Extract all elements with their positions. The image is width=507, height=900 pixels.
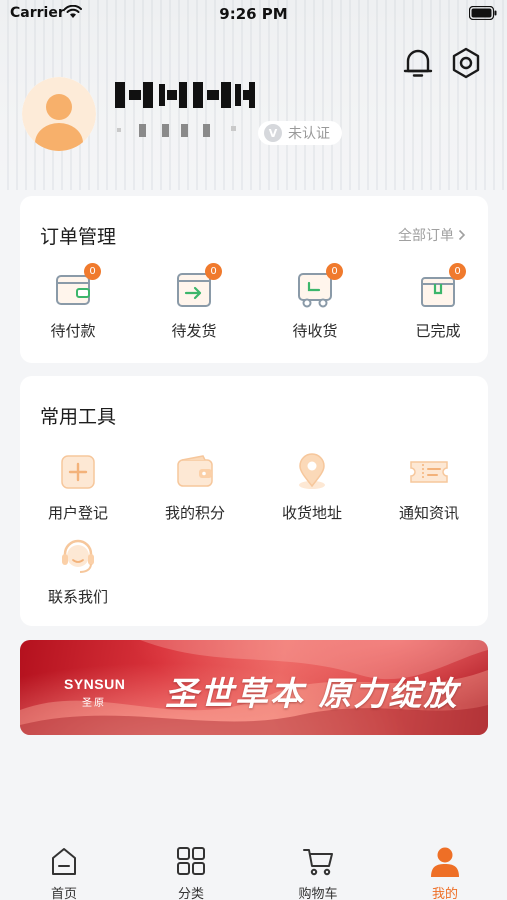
ticket-icon	[410, 461, 448, 483]
username-redacted	[115, 82, 255, 108]
banner-slogan: 圣世草本 原力绽放	[165, 674, 459, 713]
tab-label: 分类	[177, 887, 204, 900]
order-completed[interactable]: 0 已完成	[393, 263, 483, 340]
to-receive-count-badge: 0	[326, 263, 343, 280]
tool-label: 联系我们	[47, 588, 108, 606]
grid-icon	[177, 847, 205, 875]
bottom-tab-bar: 首页 分类 购物车 我的	[0, 838, 507, 900]
common-tools-card: 常用工具 用户登记 我的积分 收货地址 通知资讯 联系我们	[20, 376, 488, 626]
order-management-title: 订单管理	[40, 226, 117, 248]
cart-icon	[303, 849, 333, 876]
promo-banner[interactable]: SYNSUN 圣原 圣世草本 原力绽放	[20, 640, 488, 735]
order-status-label: 已完成	[415, 322, 461, 340]
pending-payment-count-badge: 0	[84, 263, 101, 280]
settings-icon[interactable]	[450, 46, 482, 80]
tab-label: 购物车	[298, 887, 338, 900]
user-id-redacted	[117, 124, 236, 137]
all-orders-link[interactable]: 全部订单	[398, 225, 466, 245]
order-to-receive[interactable]: 0 待收货	[270, 263, 360, 340]
battery-icon	[469, 6, 497, 20]
avatar[interactable]	[22, 77, 96, 151]
tool-user-register[interactable]: 用户登记	[33, 452, 123, 522]
completed-count-badge: 0	[449, 263, 466, 280]
order-status-label: 待发货	[171, 322, 217, 340]
order-management-card: 订单管理 全部订单 0 待付款 0 待发货 0 待收货 0 已完成	[20, 196, 488, 363]
status-time: 9:26 PM	[219, 5, 288, 23]
tool-shipping-address[interactable]: 收货地址	[267, 452, 357, 522]
location-pin-icon	[299, 453, 325, 489]
profile-icon	[431, 847, 459, 877]
order-status-label: 待收货	[292, 322, 338, 340]
tab-cart[interactable]: 购物车	[278, 844, 358, 900]
register-plus-icon	[61, 455, 95, 489]
tool-label: 收货地址	[281, 504, 342, 522]
to-ship-count-badge: 0	[205, 263, 222, 280]
notification-bell-icon[interactable]	[402, 46, 434, 80]
avatar-placeholder-icon	[22, 77, 96, 151]
status-bar: Carrier 9:26 PM	[0, 0, 507, 28]
tool-contact-us[interactable]: 联系我们	[33, 536, 123, 606]
points-wallet-icon	[177, 455, 213, 487]
profile-screen: Carrier 9:26 PM V 未认证 订单管理 全部订单 0 待付款 0 …	[0, 0, 507, 900]
all-orders-label: 全部订单	[398, 228, 454, 244]
headset-icon	[62, 539, 94, 573]
order-to-ship[interactable]: 0 待发货	[149, 263, 239, 340]
order-status-label: 待付款	[50, 322, 96, 340]
chevron-right-icon	[458, 229, 466, 241]
tool-my-points[interactable]: 我的积分	[150, 452, 240, 522]
tool-label: 我的积分	[164, 504, 225, 522]
tool-label: 通知资讯	[398, 504, 459, 522]
verification-status-text: 未认证	[288, 126, 330, 142]
tab-home[interactable]: 首页	[24, 844, 104, 900]
order-pending-payment[interactable]: 0 待付款	[28, 263, 118, 340]
tool-notifications[interactable]: 通知资讯	[384, 452, 474, 522]
tab-mine[interactable]: 我的	[405, 844, 485, 900]
common-tools-title: 常用工具	[40, 406, 117, 428]
tool-label: 用户登记	[47, 504, 108, 522]
banner-brand-english: SYNSUN	[64, 676, 126, 692]
verified-v-icon: V	[264, 124, 282, 142]
tab-label: 我的	[431, 887, 458, 900]
home-icon	[52, 848, 76, 875]
tab-category[interactable]: 分类	[151, 844, 231, 900]
verification-status-badge[interactable]: V 未认证	[258, 121, 342, 145]
tab-label: 首页	[50, 887, 77, 900]
banner-brand-chinese: 圣原	[82, 698, 106, 709]
